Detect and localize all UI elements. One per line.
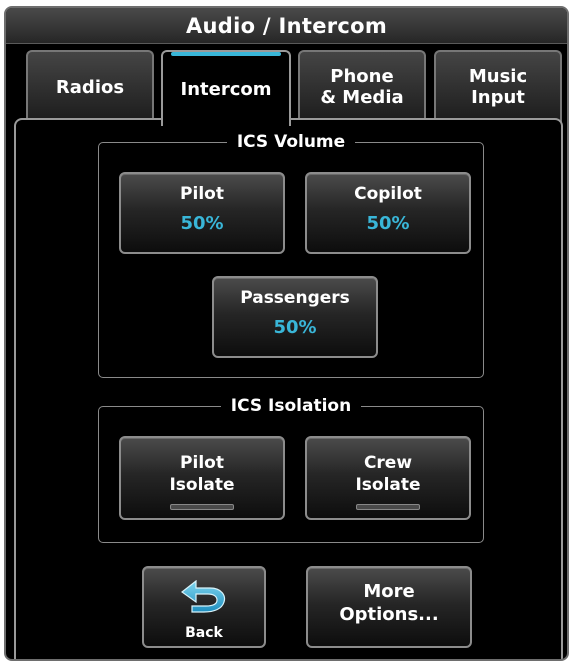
tab-intercom[interactable]: Intercom [161, 50, 291, 126]
ics-volume-group: ICS Volume Pilot 50% Copilot 50% Passeng… [98, 132, 484, 378]
pilot-volume-button[interactable]: Pilot 50% [119, 172, 285, 254]
crew-isolate-button[interactable]: Crew Isolate [305, 436, 471, 520]
passengers-volume-label: Passengers [240, 288, 350, 308]
tab-phone-media-label: Phone & Media [320, 66, 404, 108]
more-options-button[interactable]: More Options... [306, 566, 472, 648]
tab-music-input[interactable]: Music Input [434, 50, 562, 122]
copilot-volume-value: 50% [366, 213, 410, 234]
pilot-isolate-label: Pilot Isolate [169, 453, 235, 495]
ics-isolation-title: ICS Isolation [220, 396, 362, 416]
pilot-volume-label: Pilot [180, 184, 224, 204]
copilot-volume-label: Copilot [354, 184, 422, 204]
back-label: Back [185, 625, 223, 641]
copilot-volume-button[interactable]: Copilot 50% [305, 172, 471, 254]
pilot-volume-value: 50% [180, 213, 224, 234]
back-arrow-icon [180, 580, 226, 613]
pilot-isolate-indicator [170, 504, 234, 510]
passengers-volume-value: 50% [273, 317, 317, 338]
tab-phone-media[interactable]: Phone & Media [298, 50, 426, 122]
back-button[interactable]: Back [142, 566, 266, 648]
window-title: Audio / Intercom [6, 8, 567, 44]
intercom-panel: ICS Volume Pilot 50% Copilot 50% Passeng… [14, 118, 563, 659]
audio-intercom-window: Audio / Intercom Radios Intercom Phone &… [4, 6, 569, 661]
ics-isolation-group: ICS Isolation Pilot Isolate Crew Isolate [98, 396, 484, 543]
ics-volume-title: ICS Volume [226, 132, 356, 152]
pilot-isolate-button[interactable]: Pilot Isolate [119, 436, 285, 520]
tab-radios[interactable]: Radios [26, 50, 154, 122]
tab-music-input-label: Music Input [468, 66, 528, 108]
crew-isolate-label: Crew Isolate [355, 453, 421, 495]
more-options-label: More Options... [339, 581, 439, 625]
crew-isolate-indicator [356, 504, 420, 510]
tab-radios-label: Radios [55, 76, 125, 98]
passengers-volume-button[interactable]: Passengers 50% [212, 276, 378, 358]
tab-intercom-label: Intercom [180, 78, 272, 100]
